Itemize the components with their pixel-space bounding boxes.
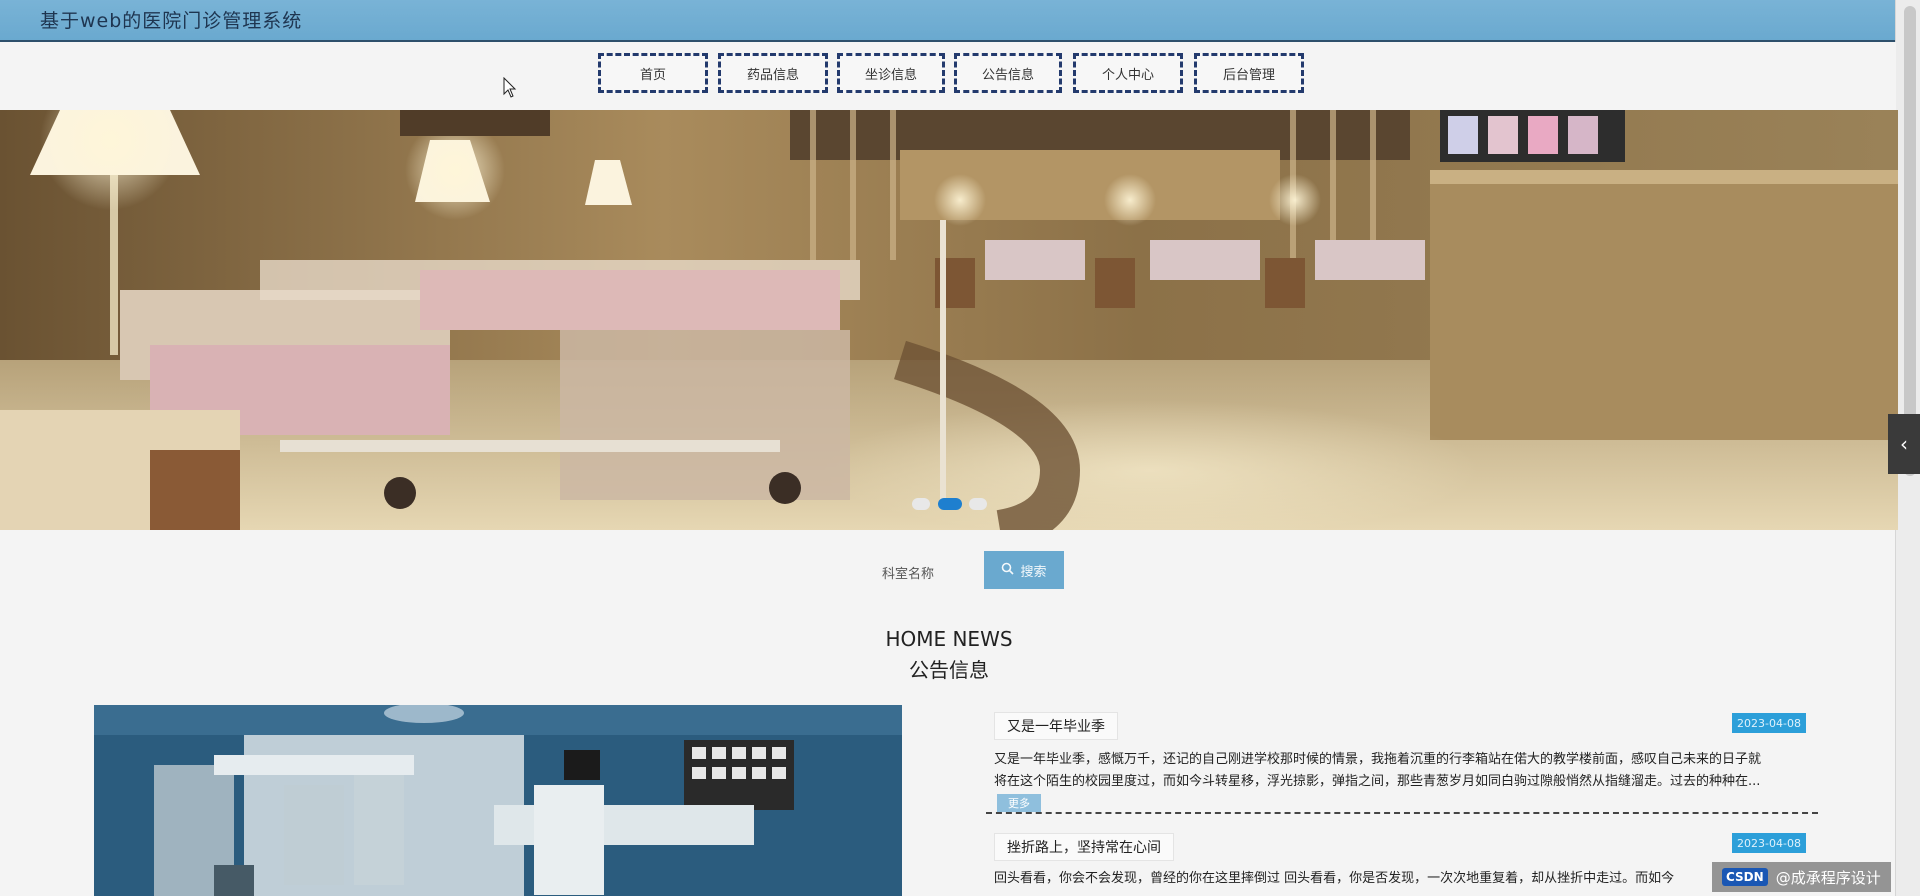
top-header: 基于web的医院门诊管理系统 — [0, 0, 1896, 42]
news-item-1-text-line1: 又是一年毕业季，感慨万千，还记的自己刚进学校那时候的情景，我拖着沉重的行李箱站在… — [994, 752, 1762, 767]
carousel-dot-2-active[interactable] — [938, 498, 962, 510]
side-toggle-button[interactable]: ‹ — [1888, 414, 1920, 474]
news-item-2-text-line1: 回头看看，你会不会发现，曾经的你在这里摔倒过 回头看看，你是否发现，一次次地重复… — [994, 871, 1675, 886]
search-button[interactable]: 搜索 — [984, 551, 1064, 589]
nav-item-profile[interactable]: 个人中心 — [1073, 53, 1183, 93]
main-nav: 首页 药品信息 坐诊信息 公告信息 个人中心 后台管理 — [0, 42, 1896, 110]
news-item-1-date: 2023-04-08 — [1732, 713, 1806, 733]
news-item-2-date: 2023-04-08 — [1732, 833, 1806, 853]
mouse-cursor-icon — [503, 76, 517, 103]
scrollbar-thumb[interactable] — [1904, 6, 1916, 476]
csdn-logo: CSDN — [1722, 868, 1768, 886]
nav-item-home[interactable]: 首页 — [598, 53, 708, 93]
news-divider — [986, 812, 1818, 814]
csdn-watermark: CSDN @成承程序设计 — [1712, 862, 1891, 892]
chevron-left-icon: ‹ — [1900, 432, 1908, 456]
news-item-1-text-line2: 将在这个陌生的校园里度过，而如今斗转星移，浮光掠影，弹指之间，那些青葱岁月如同白… — [994, 774, 1761, 789]
carousel-dot-1[interactable] — [912, 498, 930, 510]
site-title: 基于web的医院门诊管理系统 — [40, 10, 303, 32]
section-title-en: HOME NEWS — [885, 627, 1013, 651]
nav-item-admin[interactable]: 后台管理 — [1194, 53, 1304, 93]
nav-item-clinic[interactable]: 坐诊信息 — [837, 53, 945, 93]
search-button-label: 搜索 — [1020, 564, 1047, 580]
news-item-2-title[interactable]: 挫折路上，坚持常在心间 — [994, 833, 1174, 861]
nav-item-medicine[interactable]: 药品信息 — [718, 53, 828, 93]
news-cover-image[interactable] — [94, 705, 902, 896]
section-title-cn: 公告信息 — [909, 658, 989, 682]
news-item-1-more-button[interactable]: 更多 — [997, 794, 1041, 812]
news-item-1-title[interactable]: 又是一年毕业季 — [994, 712, 1118, 740]
carousel-dot-3[interactable] — [969, 498, 987, 510]
search-icon — [1001, 562, 1015, 579]
hero-banner-image[interactable] — [0, 110, 1898, 530]
nav-item-notice[interactable]: 公告信息 — [954, 53, 1062, 93]
search-label: 科室名称 — [882, 567, 935, 582]
watermark-author: @成承程序设计 — [1775, 868, 1881, 887]
